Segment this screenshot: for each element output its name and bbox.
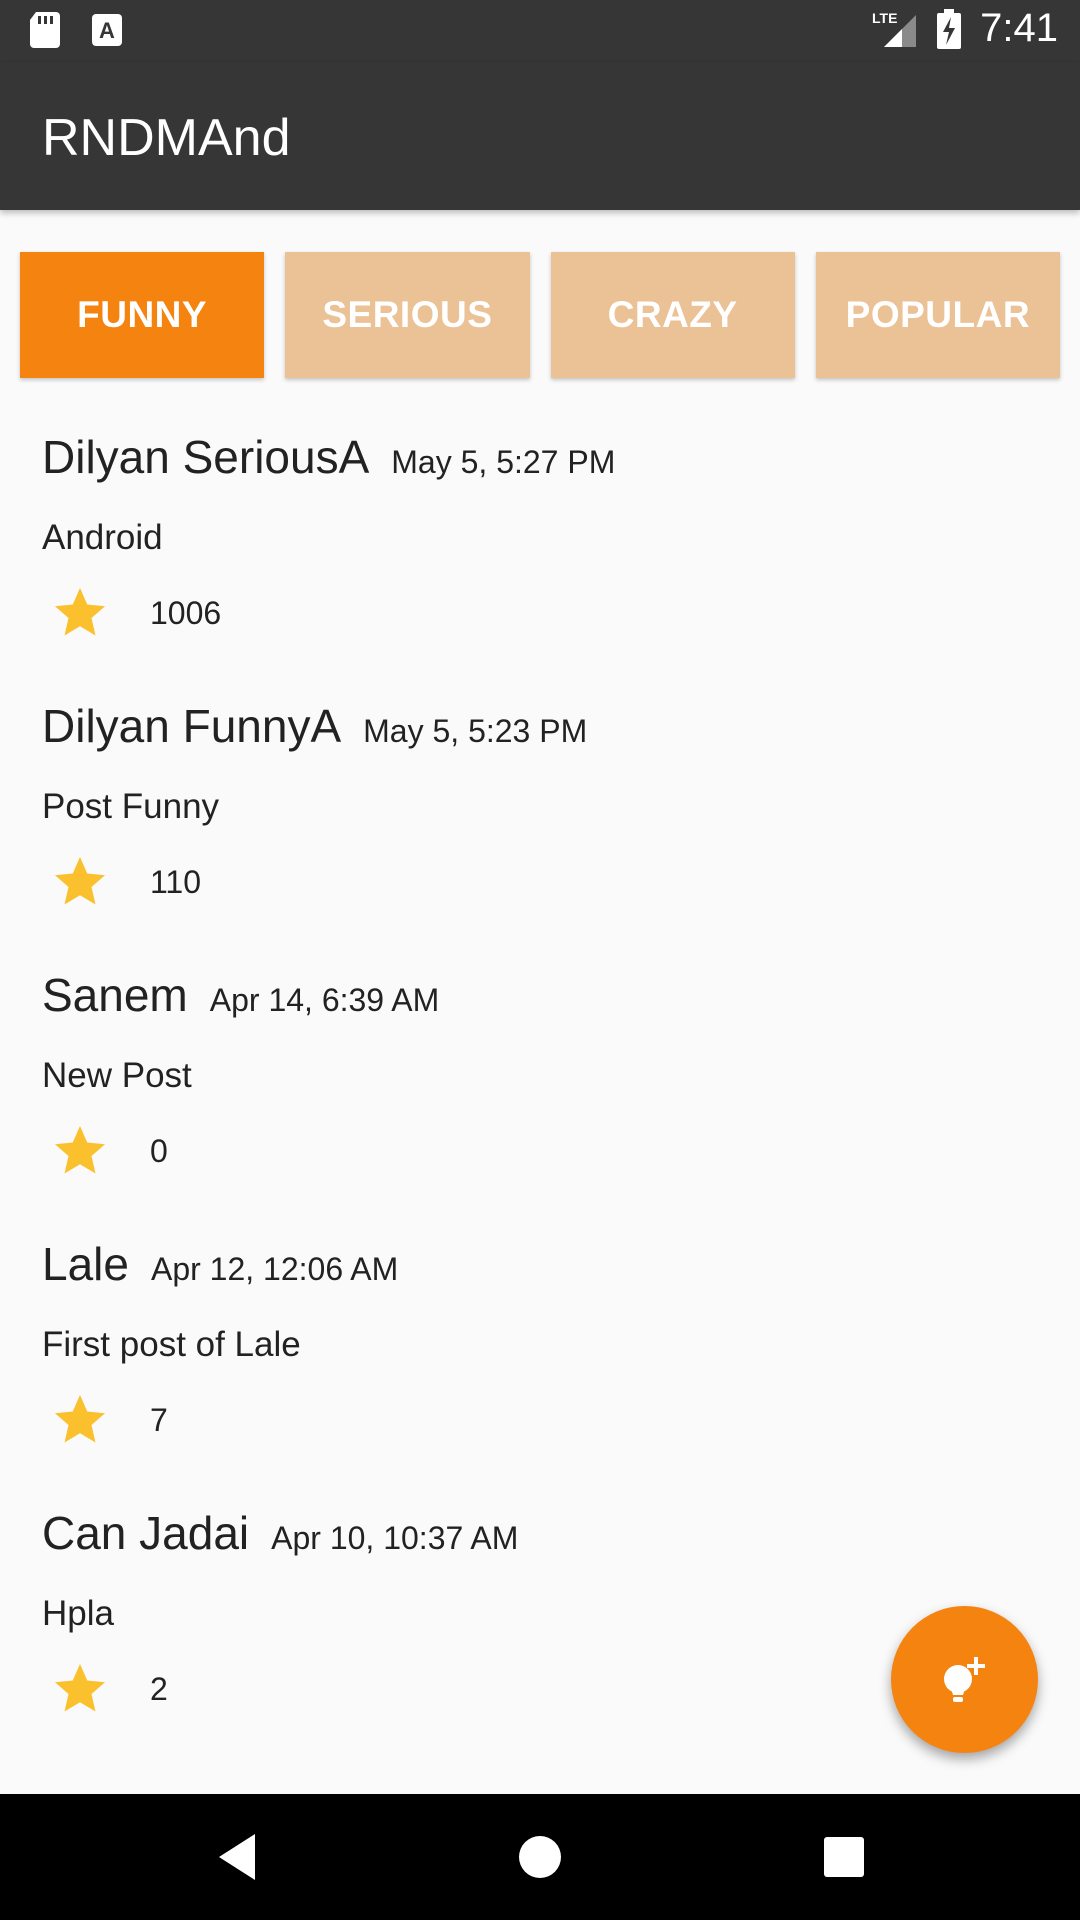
post-author: Dilyan FunnyA [42,700,342,752]
post-author: Lale [42,1238,129,1290]
star-icon[interactable] [50,1659,110,1719]
back-button[interactable] [157,1794,317,1920]
like-count: 2 [150,1670,168,1707]
tab-popular[interactable]: POPULAR [815,252,1060,378]
post-timestamp: May 5, 5:23 PM [363,713,588,749]
star-icon[interactable] [50,852,110,912]
system-nav-bar [0,1794,1080,1920]
status-bar: A LTE 7:41 [0,0,1080,63]
post-text: First post of Lale [42,1325,301,1364]
category-tabs: FUNNY SERIOUS CRAZY POPULAR [20,252,1060,378]
tab-funny[interactable]: FUNNY [20,252,265,378]
app-bar: RNDMAnd [0,63,1080,210]
post-timestamp: Apr 10, 10:37 AM [271,1520,519,1556]
a-notification-icon: A [92,14,122,46]
post-text: Post Funny [42,787,220,826]
post-timestamp: Apr 12, 12:06 AM [150,1251,399,1287]
post-text: New Post [42,1056,192,1095]
post-author: Can Jadai [42,1507,250,1559]
post-text: Android [42,518,163,557]
star-icon[interactable] [50,583,110,643]
list-item[interactable]: Dilyan FunnyA May 5, 5:23 PM Post Funny … [0,699,1080,968]
battery-charging-icon [937,8,962,49]
lte-signal-icon: LTE [872,10,917,47]
star-icon[interactable] [50,1390,110,1450]
app-title: RNDMAnd [42,109,291,167]
recents-icon [824,1837,864,1877]
post-list: Dilyan SeriousA May 5, 5:27 PM Android 1… [0,430,1080,1775]
tab-serious[interactable]: SERIOUS [285,252,530,378]
post-author: Dilyan SeriousA [42,431,370,483]
list-item[interactable]: Sanem Apr 14, 6:39 AM New Post 0 [0,968,1080,1237]
post-timestamp: May 5, 5:27 PM [391,444,616,480]
like-count: 1006 [150,594,222,631]
home-icon [519,1836,561,1878]
list-item[interactable]: Dilyan SeriousA May 5, 5:27 PM Android 1… [0,430,1080,699]
tab-crazy[interactable]: CRAZY [550,252,795,378]
like-count: 0 [150,1132,168,1169]
svg-text:LTE: LTE [872,10,897,26]
post-author: Sanem [42,969,188,1021]
recents-button[interactable] [764,1794,924,1920]
sd-card-icon [30,12,60,48]
list-item[interactable]: Lale Apr 12, 12:06 AM First post of Lale… [0,1237,1080,1506]
back-icon [219,1834,255,1880]
add-post-fab[interactable] [891,1606,1038,1753]
home-button[interactable] [460,1794,620,1920]
like-count: 110 [150,863,202,900]
post-timestamp: Apr 14, 6:39 AM [209,982,440,1018]
svg-text:A: A [99,18,115,43]
like-count: 7 [150,1401,168,1438]
status-time: 7:41 [980,6,1058,50]
add-idea-lightbulb-icon [943,1656,985,1702]
star-icon[interactable] [50,1121,110,1181]
